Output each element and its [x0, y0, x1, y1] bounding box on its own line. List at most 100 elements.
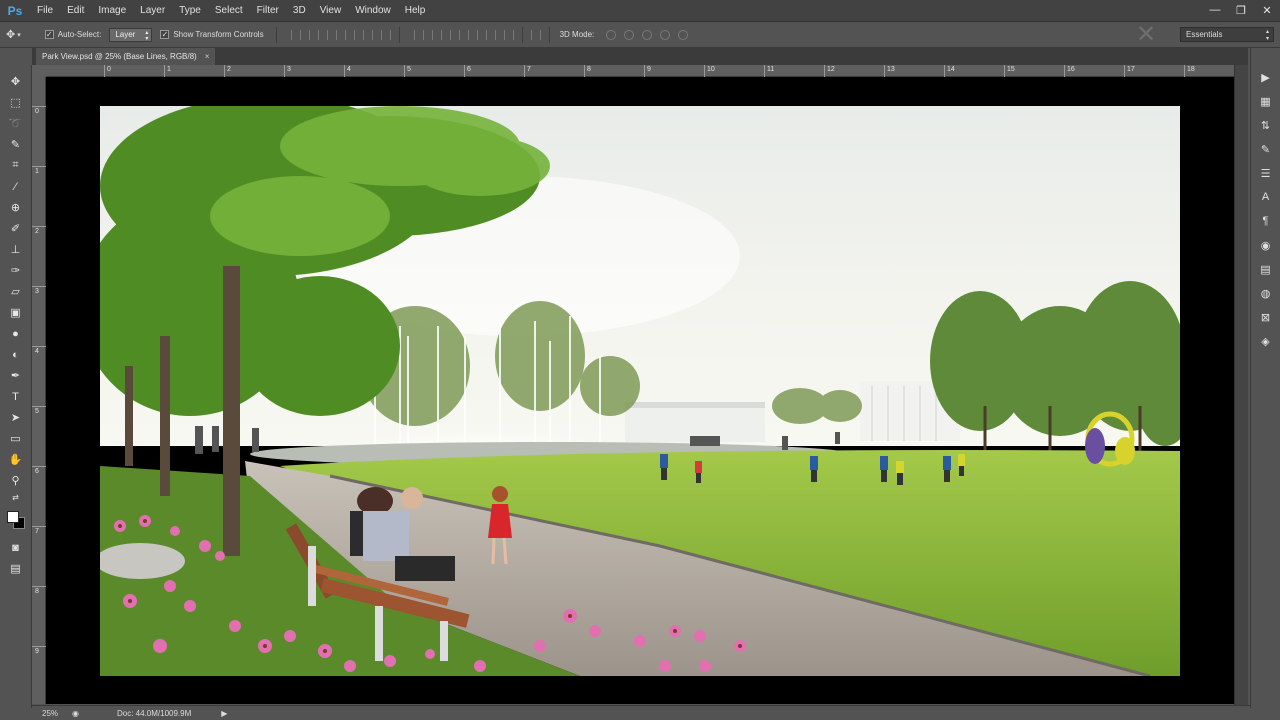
ruler-tick: 2	[32, 226, 46, 236]
divider	[521, 26, 523, 43]
distribute-bottom-icon[interactable]	[449, 29, 460, 40]
align-buttons	[287, 29, 395, 40]
play-icon[interactable]: ▶	[1257, 68, 1275, 86]
menu-file[interactable]: File	[30, 0, 60, 22]
crop-tool-icon[interactable]: ⌗	[5, 155, 27, 176]
gradient-tool-icon[interactable]: ▣	[5, 302, 27, 323]
menu-help[interactable]: Help	[398, 0, 433, 22]
adjustments-icon[interactable]: ☰	[1257, 164, 1275, 182]
3d-panel-icon[interactable]: ◉	[1257, 236, 1275, 254]
quick-select-tool-icon[interactable]: ✎	[5, 134, 27, 155]
layers-icon[interactable]: ◈	[1257, 332, 1275, 350]
zoom-tool-icon[interactable]: ⚲	[5, 470, 27, 491]
path-select-tool-icon[interactable]: ➤	[5, 407, 27, 428]
ruler-origin[interactable]	[32, 65, 46, 77]
ruler-tick: 1	[164, 65, 171, 77]
distribute-top-icon[interactable]	[413, 29, 424, 40]
menu-window[interactable]: Window	[348, 0, 398, 22]
auto-select-checkbox[interactable]: ✓	[44, 30, 54, 39]
brush-panel-icon[interactable]: ✎	[1257, 140, 1275, 158]
align-right-icon[interactable]	[380, 29, 391, 40]
vertical-ruler[interactable]: 0 1 2 3 4 5 6 7 8 9	[32, 77, 46, 704]
eyedropper-tool-icon[interactable]: ⁄	[5, 176, 27, 197]
history-brush-tool-icon[interactable]: ✑	[5, 260, 27, 281]
dodge-tool-icon[interactable]: ◐	[5, 344, 27, 365]
ruler-tick: 3	[32, 286, 46, 296]
brush-tool-icon[interactable]: ✐	[5, 218, 27, 239]
distribute-left-icon[interactable]	[467, 29, 478, 40]
ruler-tick: 12	[824, 65, 835, 77]
move-tool-preset[interactable]: ✥ ▾	[6, 28, 31, 41]
foreground-color-swatch[interactable]	[6, 511, 19, 523]
blur-tool-icon[interactable]: ●	[5, 323, 27, 344]
screen-mode-icon[interactable]: ▤	[5, 558, 27, 579]
channels-icon[interactable]: ⊠	[1257, 308, 1275, 326]
styles-icon[interactable]: ◍	[1257, 284, 1275, 302]
distribute-right-icon[interactable]	[503, 29, 514, 40]
status-info-icon[interactable]: ◉	[72, 709, 79, 718]
close-tab-button[interactable]: ×	[205, 52, 210, 61]
restore-button[interactable]: ❐	[1228, 0, 1254, 20]
vertical-scrollbar[interactable]	[1234, 65, 1248, 706]
swatches-icon[interactable]: ▤	[1257, 260, 1275, 278]
marquee-tool-icon[interactable]: ⬚	[5, 92, 27, 113]
stamp-tool-icon[interactable]: ⊥	[5, 239, 27, 260]
character-icon[interactable]: A	[1257, 188, 1275, 206]
menu-view[interactable]: View	[313, 0, 349, 22]
status-menu-arrow[interactable]: ▶	[221, 709, 227, 718]
menu-image[interactable]: Image	[91, 0, 133, 22]
show-transform-checkbox[interactable]: ✓	[160, 30, 170, 39]
park-render-illustration	[100, 106, 1180, 676]
distribute-hcenter-icon[interactable]	[485, 29, 496, 40]
ruler-tick: 0	[104, 65, 111, 77]
type-tool-icon[interactable]: T	[5, 386, 27, 407]
align-hcenter-icon[interactable]	[362, 29, 373, 40]
history-icon[interactable]: ▦	[1257, 92, 1275, 110]
swap-colors-icon[interactable]: ⇄	[5, 491, 27, 503]
distribute-vcenter-icon[interactable]	[431, 29, 442, 40]
properties-icon[interactable]: ⇅	[1257, 116, 1275, 134]
close-window-button[interactable]: ✕	[1254, 0, 1280, 20]
shape-tool-icon[interactable]: ▭	[5, 428, 27, 449]
auto-align-icon[interactable]	[530, 29, 541, 40]
3d-mode-label: 3D Mode:	[559, 30, 595, 39]
ruler-tick: 4	[344, 65, 351, 77]
ruler-tick: 18	[1184, 65, 1195, 77]
divider	[398, 26, 400, 43]
park-render-image[interactable]	[100, 106, 1180, 676]
auto-select-label: Auto-Select:	[57, 30, 102, 39]
align-vcenter-icon[interactable]	[308, 29, 319, 40]
3d-rotate-icon[interactable]	[606, 29, 617, 40]
ruler-tick: 1	[32, 166, 46, 176]
menu-type[interactable]: Type	[172, 0, 208, 22]
menu-layer[interactable]: Layer	[133, 0, 172, 22]
document-tab[interactable]: Park View.psd @ 25% (Base Lines, RGB/8) …	[36, 48, 216, 65]
quick-mask-icon[interactable]: ◙	[5, 537, 27, 558]
menu-select[interactable]: Select	[208, 0, 250, 22]
pen-tool-icon[interactable]: ✒	[5, 365, 27, 386]
align-top-icon[interactable]	[290, 29, 301, 40]
menu-bar: Ps File Edit Image Layer Type Select Fil…	[0, 0, 1280, 22]
align-bottom-icon[interactable]	[326, 29, 337, 40]
auto-select-dropdown[interactable]: Layer	[109, 27, 153, 42]
3d-scale-icon[interactable]	[678, 29, 689, 40]
ruler-tick: 3	[284, 65, 291, 77]
workspace-dropdown[interactable]: Essentials	[1180, 27, 1274, 42]
3d-slide-icon[interactable]	[660, 29, 671, 40]
healing-tool-icon[interactable]: ⊕	[5, 197, 27, 218]
paragraph-icon[interactable]: ¶	[1257, 212, 1275, 230]
3d-pan-icon[interactable]	[642, 29, 653, 40]
align-left-icon[interactable]	[344, 29, 355, 40]
horizontal-ruler[interactable]: 0 1 2 3 4 5 6 7 8 9 10 11 12 13 14 15 16…	[46, 65, 1236, 77]
move-tool-icon[interactable]: ✥	[5, 71, 27, 92]
3d-roll-icon[interactable]	[624, 29, 635, 40]
minimize-button[interactable]: —	[1202, 0, 1228, 20]
menu-3d[interactable]: 3D	[286, 0, 313, 22]
hand-tool-icon[interactable]: ✋	[5, 449, 27, 470]
menu-edit[interactable]: Edit	[60, 0, 91, 22]
eraser-tool-icon[interactable]: ▱	[5, 281, 27, 302]
canvas-area[interactable]	[46, 77, 1234, 704]
zoom-level[interactable]: 25%	[32, 709, 72, 718]
lasso-tool-icon[interactable]: ➰	[5, 113, 27, 134]
menu-filter[interactable]: Filter	[250, 0, 286, 22]
